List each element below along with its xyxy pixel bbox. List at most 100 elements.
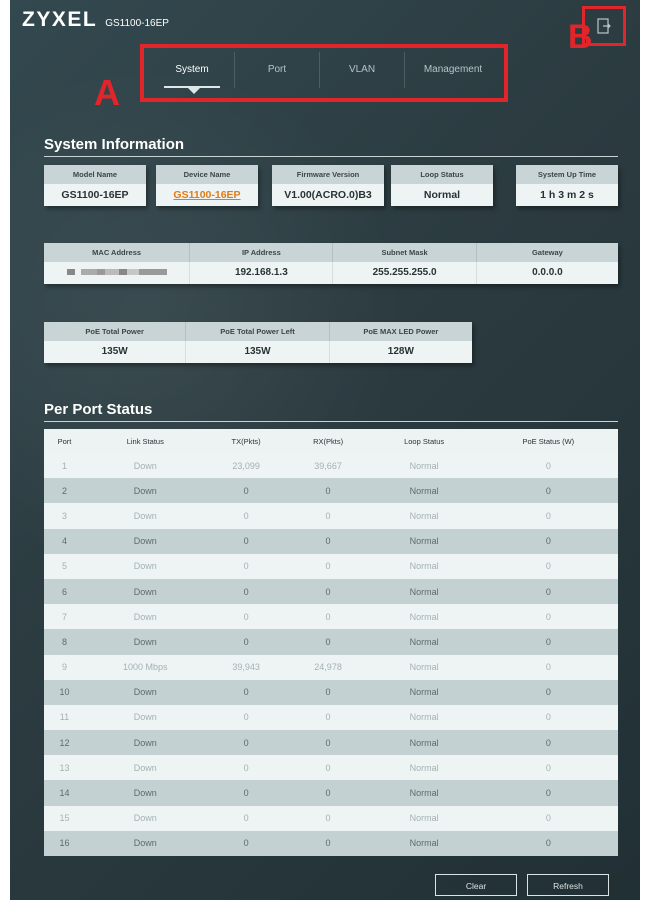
loop-status: Normal xyxy=(369,604,479,630)
brand: ZYXEL GS1100-16EP xyxy=(22,8,169,32)
poe-total-power-value: 135W xyxy=(44,341,187,363)
tx-packets: 0 xyxy=(205,503,287,529)
loop-status: Normal xyxy=(369,704,479,731)
tx-packets: 0 xyxy=(205,704,287,731)
port-number: 7 xyxy=(44,604,85,630)
annotation-marker-a: A xyxy=(94,72,120,113)
active-tab-pointer xyxy=(186,86,202,94)
card-value: GS1100-16EP xyxy=(44,184,146,206)
port-number: 14 xyxy=(44,780,85,806)
card-label: Device Name xyxy=(156,165,258,184)
loop-status: Normal xyxy=(369,453,479,479)
link-status: Down xyxy=(84,553,206,579)
card-label: System Up Time xyxy=(516,165,618,184)
rx-packets: 0 xyxy=(286,679,370,705)
rx-packets: 0 xyxy=(286,730,370,756)
port-number: 3 xyxy=(44,503,85,529)
tab-management[interactable]: Management xyxy=(405,52,501,88)
loop-status: Normal xyxy=(369,528,479,554)
table-row: 8 Down 0 0 Normal 0 xyxy=(44,629,618,655)
loop-status: Normal xyxy=(369,830,479,856)
poe-status: 0 xyxy=(478,629,618,655)
rx-packets: 0 xyxy=(286,528,370,554)
rx-packets: 0 xyxy=(286,578,370,605)
table-row: 12 Down 0 0 Normal 0 xyxy=(44,730,618,756)
ip-address-value: 192.168.1.3 xyxy=(190,262,334,284)
card-label: Firmware Version xyxy=(272,165,384,184)
port-status-table: Port Link Status TX(Pkts) RX(Pkts) Loop … xyxy=(44,429,618,856)
port-number: 16 xyxy=(44,830,85,856)
link-status: Down xyxy=(84,805,206,831)
rx-packets: 0 xyxy=(286,780,370,806)
link-status: Down xyxy=(84,704,206,731)
tx-packets: 0 xyxy=(205,830,287,856)
tx-packets: 0 xyxy=(205,578,287,605)
zyxel-logo: ZYXEL xyxy=(22,8,98,31)
link-status: Down xyxy=(84,478,206,504)
tx-packets: 0 xyxy=(205,755,287,781)
tx-packets: 0 xyxy=(205,679,287,705)
table-row: 6 Down 0 0 Normal 0 xyxy=(44,578,618,605)
link-status: Down xyxy=(84,679,206,705)
tx-packets: 0 xyxy=(205,629,287,655)
table-row: 9 1000 Mbps 39,943 24,978 Normal 0 xyxy=(44,654,618,680)
port-number: 10 xyxy=(44,679,85,705)
mac-address-label: MAC Address xyxy=(44,243,191,262)
poe-status: 0 xyxy=(478,478,618,504)
poe-status: 0 xyxy=(478,654,618,680)
poe-status: 0 xyxy=(478,604,618,630)
loop-status: Normal xyxy=(369,755,479,781)
column-header-rx: RX(Pkts) xyxy=(286,429,370,453)
tx-packets: 0 xyxy=(205,478,287,504)
rx-packets: 0 xyxy=(286,478,370,504)
rx-packets: 24,978 xyxy=(286,654,370,680)
card-value: 1 h 3 m 2 s xyxy=(516,184,618,206)
table-row: 11 Down 0 0 Normal 0 xyxy=(44,704,618,731)
table-row: 13 Down 0 0 Normal 0 xyxy=(44,755,618,781)
tab-system[interactable]: System xyxy=(150,52,235,88)
table-row: 16 Down 0 0 Normal 0 xyxy=(44,830,618,856)
poe-status: 0 xyxy=(478,503,618,529)
rx-packets: 0 xyxy=(286,553,370,579)
port-number: 9 xyxy=(44,654,85,680)
poe-info-table: PoE Total Power PoE Total Power Left PoE… xyxy=(44,322,472,363)
table-row: 5 Down 0 0 Normal 0 xyxy=(44,553,618,579)
tab-vlan[interactable]: VLAN xyxy=(320,52,405,88)
app-frame: ZYXEL GS1100-16EP B A System Port VLAN M… xyxy=(10,0,640,900)
refresh-button[interactable]: Refresh xyxy=(527,874,609,896)
port-number: 13 xyxy=(44,755,85,781)
poe-status: 0 xyxy=(478,780,618,806)
tx-packets: 0 xyxy=(205,604,287,630)
table-row: 4 Down 0 0 Normal 0 xyxy=(44,528,618,554)
column-header-poe-status: PoE Status (W) xyxy=(478,429,618,453)
tab-port[interactable]: Port xyxy=(235,52,320,88)
tx-packets: 0 xyxy=(205,780,287,806)
card-label: Loop Status xyxy=(391,165,493,184)
table-row: 15 Down 0 0 Normal 0 xyxy=(44,805,618,831)
link-status: Down xyxy=(84,830,206,856)
link-status: Down xyxy=(84,629,206,655)
port-status-rows: 1 Down 23,099 39,667 Normal 0 2 Down 0 0 Normal 0 3 D… xyxy=(44,453,618,856)
tx-packets: 39,943 xyxy=(205,654,287,680)
loop-status: Normal xyxy=(369,679,479,705)
table-row: 10 Down 0 0 Normal 0 xyxy=(44,679,618,705)
card-loop-status: Loop Status Normal xyxy=(391,165,493,206)
column-header-link-status: Link Status xyxy=(84,429,206,453)
gateway-label: Gateway xyxy=(476,243,618,262)
device-name-link[interactable]: GS1100-16EP xyxy=(156,184,258,206)
rx-packets: 0 xyxy=(286,830,370,856)
loop-status: Normal xyxy=(369,730,479,756)
poe-status: 0 xyxy=(478,755,618,781)
clear-button[interactable]: Clear xyxy=(435,874,517,896)
loop-status: Normal xyxy=(369,629,479,655)
port-number: 8 xyxy=(44,629,85,655)
rx-packets: 0 xyxy=(286,704,370,731)
loop-status: Normal xyxy=(369,578,479,605)
port-number: 5 xyxy=(44,553,85,579)
port-number: 11 xyxy=(44,704,85,731)
system-information-title: System Information xyxy=(44,136,185,153)
gateway-value: 0.0.0.0 xyxy=(476,262,618,284)
poe-max-led-power-label: PoE MAX LED Power xyxy=(329,322,472,341)
loop-status: Normal xyxy=(369,503,479,529)
logout-button[interactable] xyxy=(582,6,626,46)
